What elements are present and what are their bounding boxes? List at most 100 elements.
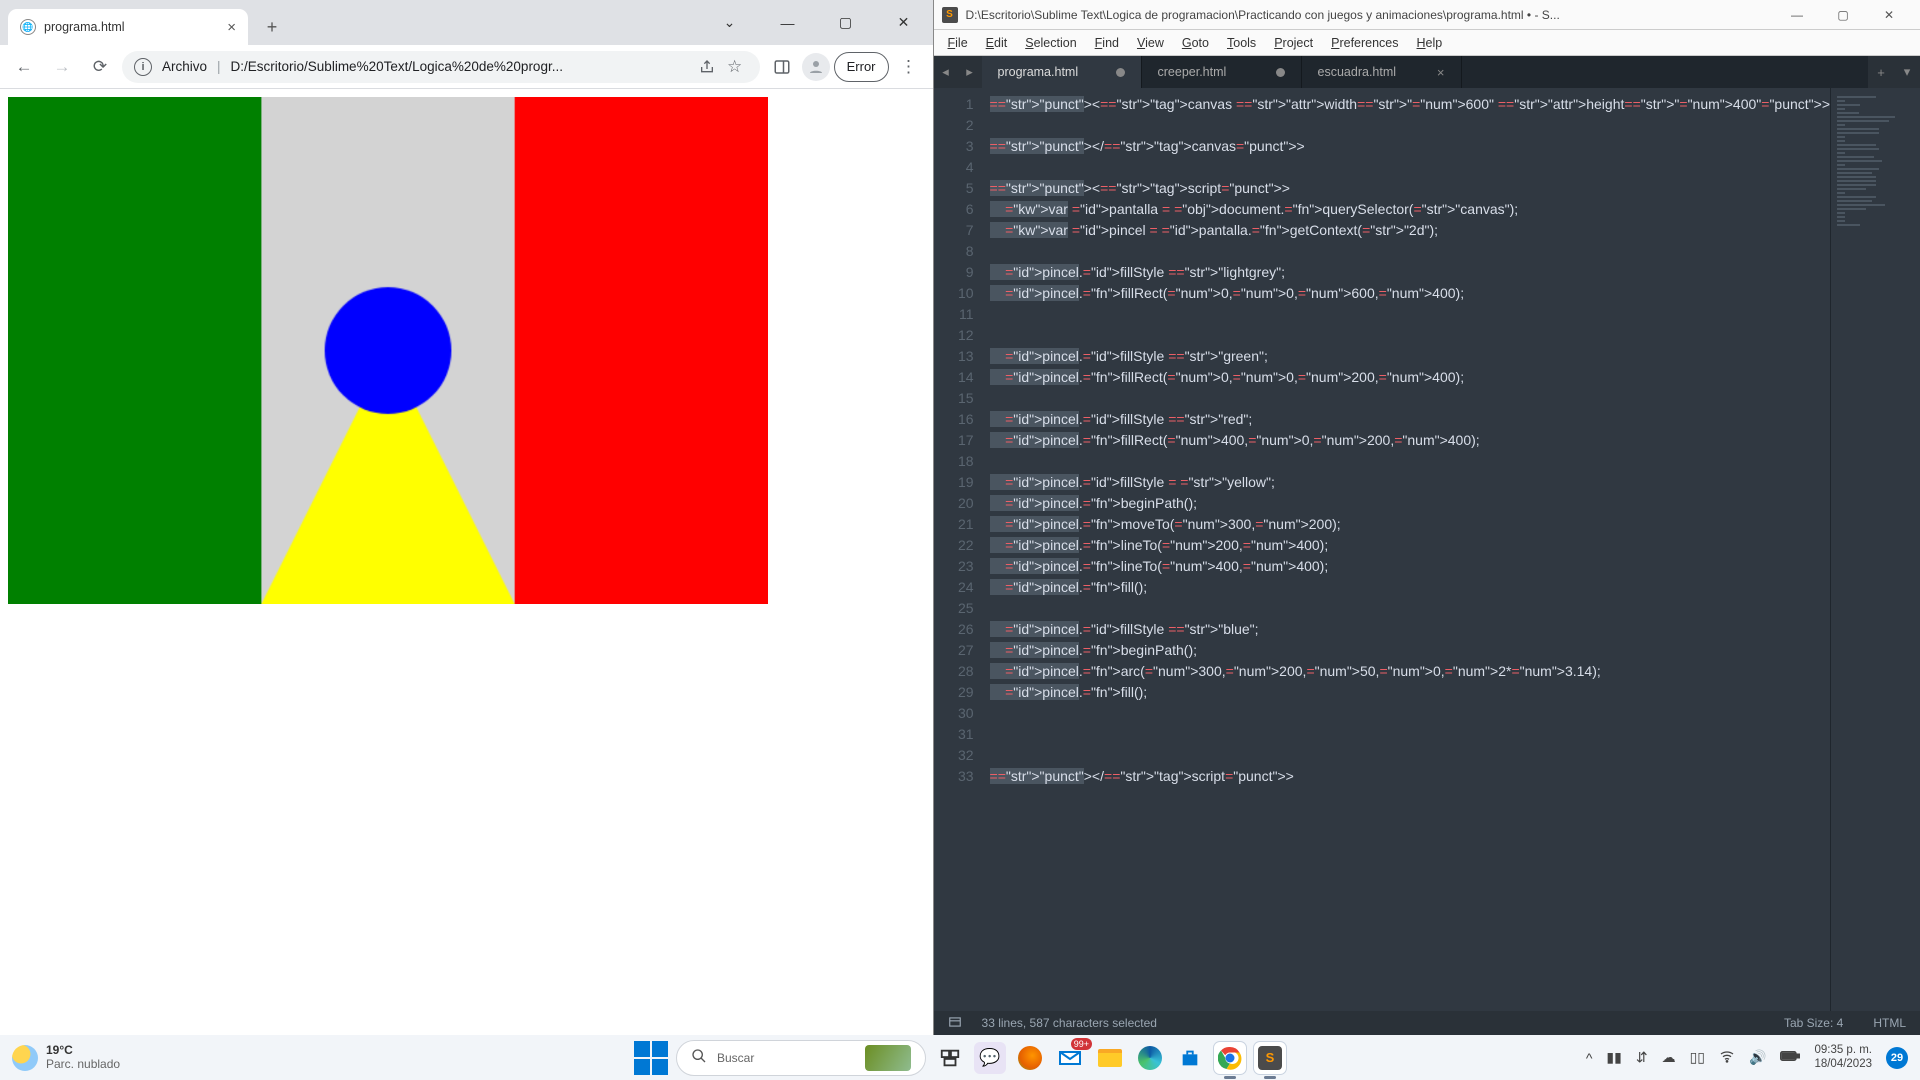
chrome-maximize-button[interactable]: ▢ [817,0,875,45]
tray-app3-icon[interactable]: ▯▯ [1690,1049,1705,1066]
chrome-tab-title: programa.html [44,20,125,34]
firefox-icon[interactable] [1014,1042,1046,1074]
status-language[interactable]: HTML [1873,1016,1906,1030]
bookmark-icon[interactable]: ☆ [722,51,748,83]
menu-tools[interactable]: Tools [1219,33,1264,53]
editor-tab-creeper-html[interactable]: creeper.html [1142,56,1302,88]
explorer-icon[interactable] [1094,1042,1126,1074]
menu-edit[interactable]: Edit [978,33,1016,53]
address-scheme: Archivo [162,59,207,74]
sublime-menu-bar: FileEditSelectionFindViewGotoToolsProjec… [934,30,1920,56]
share-icon[interactable] [694,51,720,83]
sublime-status-bar: 33 lines, 587 characters selected Tab Si… [934,1011,1920,1035]
chrome-caret-icon[interactable]: ⌄ [701,0,759,45]
tab-nav-next-icon[interactable]: ▸ [958,56,982,88]
clock-time: 09:35 p. m. [1814,1044,1872,1057]
line-gutter: 1234567891011121314151617181920212223242… [934,88,984,1011]
tray-battery-icon[interactable] [1780,1049,1800,1066]
sublime-taskbar-icon[interactable]: S [1254,1042,1286,1074]
chrome-taskbar-icon[interactable] [1214,1042,1246,1074]
editor-tab-label: escuadra.html [1318,65,1397,79]
clock-date: 18/04/2023 [1814,1058,1872,1071]
address-bar[interactable]: i Archivo | D:/Escritorio/Sublime%20Text… [122,51,760,83]
chrome-tab-strip: 🌐 programa.html × + ⌄ — ▢ ✕ [0,0,933,45]
status-selection-icon [948,1015,962,1032]
editor-tab-programa-html[interactable]: programa.html [982,56,1142,88]
tab-close-icon[interactable]: × [1437,65,1445,80]
tab-dropdown-icon[interactable]: ▾ [1894,56,1920,88]
menu-view[interactable]: View [1129,33,1172,53]
taskbar-center: Buscar 💬 99+ S [634,1040,1286,1076]
mail-icon[interactable]: 99+ [1054,1042,1086,1074]
favicon-icon: 🌐 [20,19,36,35]
menu-preferences[interactable]: Preferences [1323,33,1406,53]
sublime-maximize-button[interactable]: ▢ [1820,0,1866,30]
task-view-icon[interactable] [934,1042,966,1074]
tray-wifi-icon[interactable] [1719,1048,1735,1067]
code-area[interactable]: =="str">"punct"><=="str">"tag">canvas ==… [984,88,1830,1011]
taskbar-clock[interactable]: 09:35 p. m. 18/04/2023 [1814,1044,1872,1070]
chrome-minimize-button[interactable]: — [759,0,817,45]
minimap[interactable] [1830,88,1920,1011]
system-tray: ^ ▮▮ ⇵ ☁ ▯▯ 🔊 09:35 p. m. 18/04/2023 29 [1586,1044,1908,1070]
status-selection-text: 33 lines, 587 characters selected [982,1016,1157,1030]
teams-icon[interactable]: 💬 [974,1042,1006,1074]
chrome-close-button[interactable]: ✕ [875,0,933,45]
taskbar-weather[interactable]: 19°C Parc. nublado [12,1044,120,1072]
menu-goto[interactable]: Goto [1174,33,1217,53]
error-chip[interactable]: Error [834,52,889,82]
tab-close-icon[interactable]: × [227,19,236,36]
reload-button[interactable]: ⟳ [84,51,116,83]
back-button[interactable]: ← [8,51,40,83]
tab-add-icon[interactable]: + [1868,56,1894,88]
sublime-logo-icon: S [942,7,958,23]
sublime-title-path: D:\Escritorio\Sublime Text\Logica de pro… [966,8,1766,22]
mail-badge: 99+ [1071,1038,1092,1050]
tab-nav-prev-icon[interactable]: ◂ [934,56,958,88]
tray-chevron-icon[interactable]: ^ [1586,1050,1593,1066]
sublime-minimize-button[interactable]: — [1774,0,1820,30]
page-viewport [0,89,933,1035]
site-info-icon[interactable]: i [134,58,152,76]
modified-dot-icon [1276,68,1285,77]
editor-tab-escuadra-html[interactable]: escuadra.html × [1302,56,1462,88]
notification-count: 29 [1891,1052,1903,1064]
edge-icon[interactable] [1134,1042,1166,1074]
store-icon[interactable] [1174,1042,1206,1074]
search-icon [691,1048,707,1067]
weather-desc: Parc. nublado [46,1058,120,1072]
status-tabsize[interactable]: Tab Size: 4 [1784,1016,1843,1030]
editor-body[interactable]: 1234567891011121314151617181920212223242… [934,88,1920,1011]
sublime-close-button[interactable]: ✕ [1866,0,1912,30]
editor-tab-label: creeper.html [1158,65,1227,79]
error-chip-label: Error [847,59,876,74]
menu-project[interactable]: Project [1266,33,1321,53]
chrome-window: 🌐 programa.html × + ⌄ — ▢ ✕ ← → ⟳ i Arch… [0,0,934,1035]
tray-volume-icon[interactable]: 🔊 [1749,1049,1766,1066]
sublime-window: S D:\Escritorio\Sublime Text\Logica de p… [934,0,1920,1035]
notification-badge[interactable]: 29 [1886,1047,1908,1069]
sublime-tab-bar: ◂ ▸ programa.html creeper.html escuadra.ht… [934,56,1920,88]
profile-avatar[interactable] [802,53,830,81]
chrome-menu-button[interactable]: ⋮ [893,51,925,83]
menu-help[interactable]: Help [1409,33,1451,53]
forward-button[interactable]: → [46,51,78,83]
weather-temp: 19°C [46,1044,120,1058]
tray-app1-icon[interactable]: ▮▮ [1606,1049,1621,1066]
chrome-window-controls: ⌄ — ▢ ✕ [701,0,933,45]
minimap-content [1837,96,1914,228]
tray-onedrive-icon[interactable]: ☁ [1662,1049,1676,1066]
tray-app2-icon[interactable]: ⇵ [1636,1049,1648,1066]
weather-icon [12,1045,38,1071]
sidepanel-icon[interactable] [766,51,798,83]
start-button[interactable] [634,1041,668,1075]
menu-find[interactable]: Find [1087,33,1127,53]
menu-selection[interactable]: Selection [1017,33,1084,53]
taskbar-search[interactable]: Buscar [676,1040,926,1076]
sublime-titlebar: S D:\Escritorio\Sublime Text\Logica de p… [934,0,1920,30]
new-tab-button[interactable]: + [258,13,286,41]
chrome-tab-active[interactable]: 🌐 programa.html × [8,9,248,45]
modified-dot-icon [1116,68,1125,77]
menu-file[interactable]: File [940,33,976,53]
page-canvas [8,97,768,604]
